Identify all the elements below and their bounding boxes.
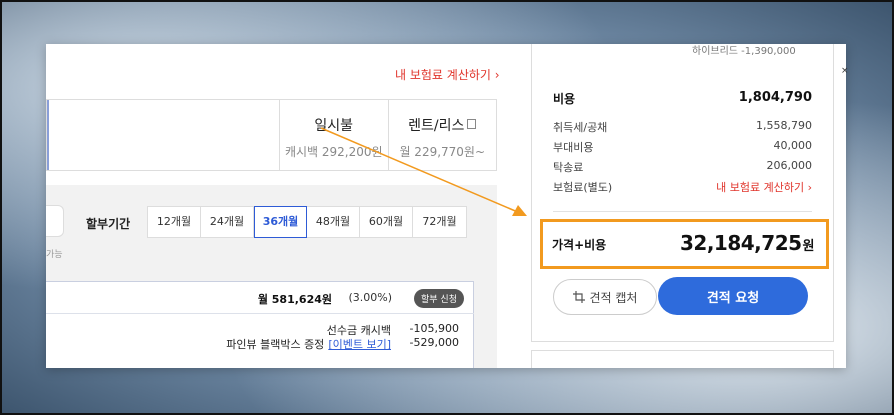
term-label: 할부기간 — [86, 217, 131, 231]
quote-card: 내 보험료 계산하기 › 일시불 캐시백 292,200원 렌트/리스 월 22… — [46, 44, 846, 368]
cost-label: 부대비용 — [553, 141, 594, 154]
installment-apply-button[interactable]: 할부 신청 — [414, 289, 464, 308]
monthly-row: 월 581,624원 (3.00%) 할부 신청 — [46, 282, 474, 314]
tab-rent-lease-title: 렌트/리스 — [408, 118, 465, 134]
divider — [553, 211, 812, 212]
quote-request-button[interactable]: 견적 요청 — [658, 277, 808, 315]
event-link[interactable]: [이벤트 보기] — [328, 336, 391, 352]
tab-lump-sum-sub: 캐시백 292,200원 — [284, 145, 383, 159]
prepayment-input-stub[interactable] — [46, 205, 64, 237]
cost-summary-panel: 하이브리드 -1,390,000 비용 1,804,790 취득세/공채 1,5… — [531, 44, 834, 342]
cost-value: 40,000 — [773, 139, 813, 152]
stub-caption: 가능 — [46, 250, 63, 260]
total-label: 가격+비용 — [552, 238, 607, 252]
cost-value: 1,558,790 — [756, 119, 812, 132]
quote-capture-label: 견적 캡처 — [589, 290, 638, 305]
term-option-12[interactable]: 12개월 — [148, 207, 201, 237]
tab-rent-lease-sub: 월 229,770원~ — [399, 145, 486, 159]
tab-rent-lease[interactable]: 렌트/리스 월 229,770원~ — [389, 100, 497, 170]
term-option-72[interactable]: 72개월 — [413, 207, 466, 237]
monthly-payment-box: 월 581,624원 (3.00%) 할부 신청 선수금 캐시백 -105,90… — [46, 281, 474, 368]
tab-installment[interactable] — [47, 100, 280, 170]
total-price-box: 가격+비용 32,184,725원 — [540, 219, 829, 269]
cost-total: 1,804,790 — [738, 90, 812, 105]
bonus-label: 파인뷰 블랙박스 증정 — [226, 338, 325, 351]
bonus-value: -529,000 — [409, 336, 459, 349]
term-selector: 12개월 24개월 36개월 48개월 60개월 72개월 — [147, 206, 467, 238]
bonus-row-blackbox: 파인뷰 블랙박스 증정 [이벤트 보기] -529,000 — [226, 336, 459, 352]
cost-row-insurance: 보험료(별도) 내 보험료 계산하기 › — [553, 179, 812, 195]
installment-section: 가능 할부기간 12개월 24개월 36개월 48개월 60개월 72개월 월 … — [46, 185, 497, 368]
hybrid-discount: 하이브리드 -1,390,000 — [692, 46, 796, 57]
cost-row-delivery: 탁송료 206,000 — [553, 159, 812, 175]
cost-title: 비용 — [553, 92, 576, 106]
payment-tabs: 일시불 캐시백 292,200원 렌트/리스 월 229,770원~ — [46, 99, 497, 171]
term-option-60[interactable]: 60개월 — [360, 207, 413, 237]
term-option-48[interactable]: 48개월 — [307, 207, 360, 237]
tab-lump-sum-title: 일시불 — [314, 118, 354, 134]
insurance-calc-link-2[interactable]: 내 보험료 계산하기 › — [716, 179, 812, 195]
term-option-36[interactable]: 36개월 — [254, 206, 307, 238]
cost-label: 탁송료 — [553, 161, 584, 174]
cost-label: 보험료(별도) — [553, 181, 613, 194]
quote-capture-button[interactable]: 견적 캡처 — [553, 279, 657, 315]
tab-lump-sum[interactable]: 일시불 캐시백 292,200원 — [280, 100, 389, 170]
total-value: 32,184,725원 — [680, 231, 815, 255]
term-option-24[interactable]: 24개월 — [201, 207, 254, 237]
cost-value: 206,000 — [766, 159, 813, 172]
interest-rate: (3.00%) — [348, 291, 392, 304]
cost-row-extra: 부대비용 40,000 — [553, 139, 812, 155]
monthly-amount: 월 581,624원 — [257, 293, 332, 306]
crop-icon — [572, 291, 585, 303]
insurance-calc-link[interactable]: 내 보험료 계산하기 › — [395, 66, 500, 83]
edge-mark: × — [841, 66, 849, 76]
cost-row-tax: 취득세/공채 1,558,790 — [553, 119, 812, 135]
next-panel — [531, 350, 834, 368]
document-icon — [467, 119, 477, 129]
cost-label: 취득세/공채 — [553, 121, 608, 134]
